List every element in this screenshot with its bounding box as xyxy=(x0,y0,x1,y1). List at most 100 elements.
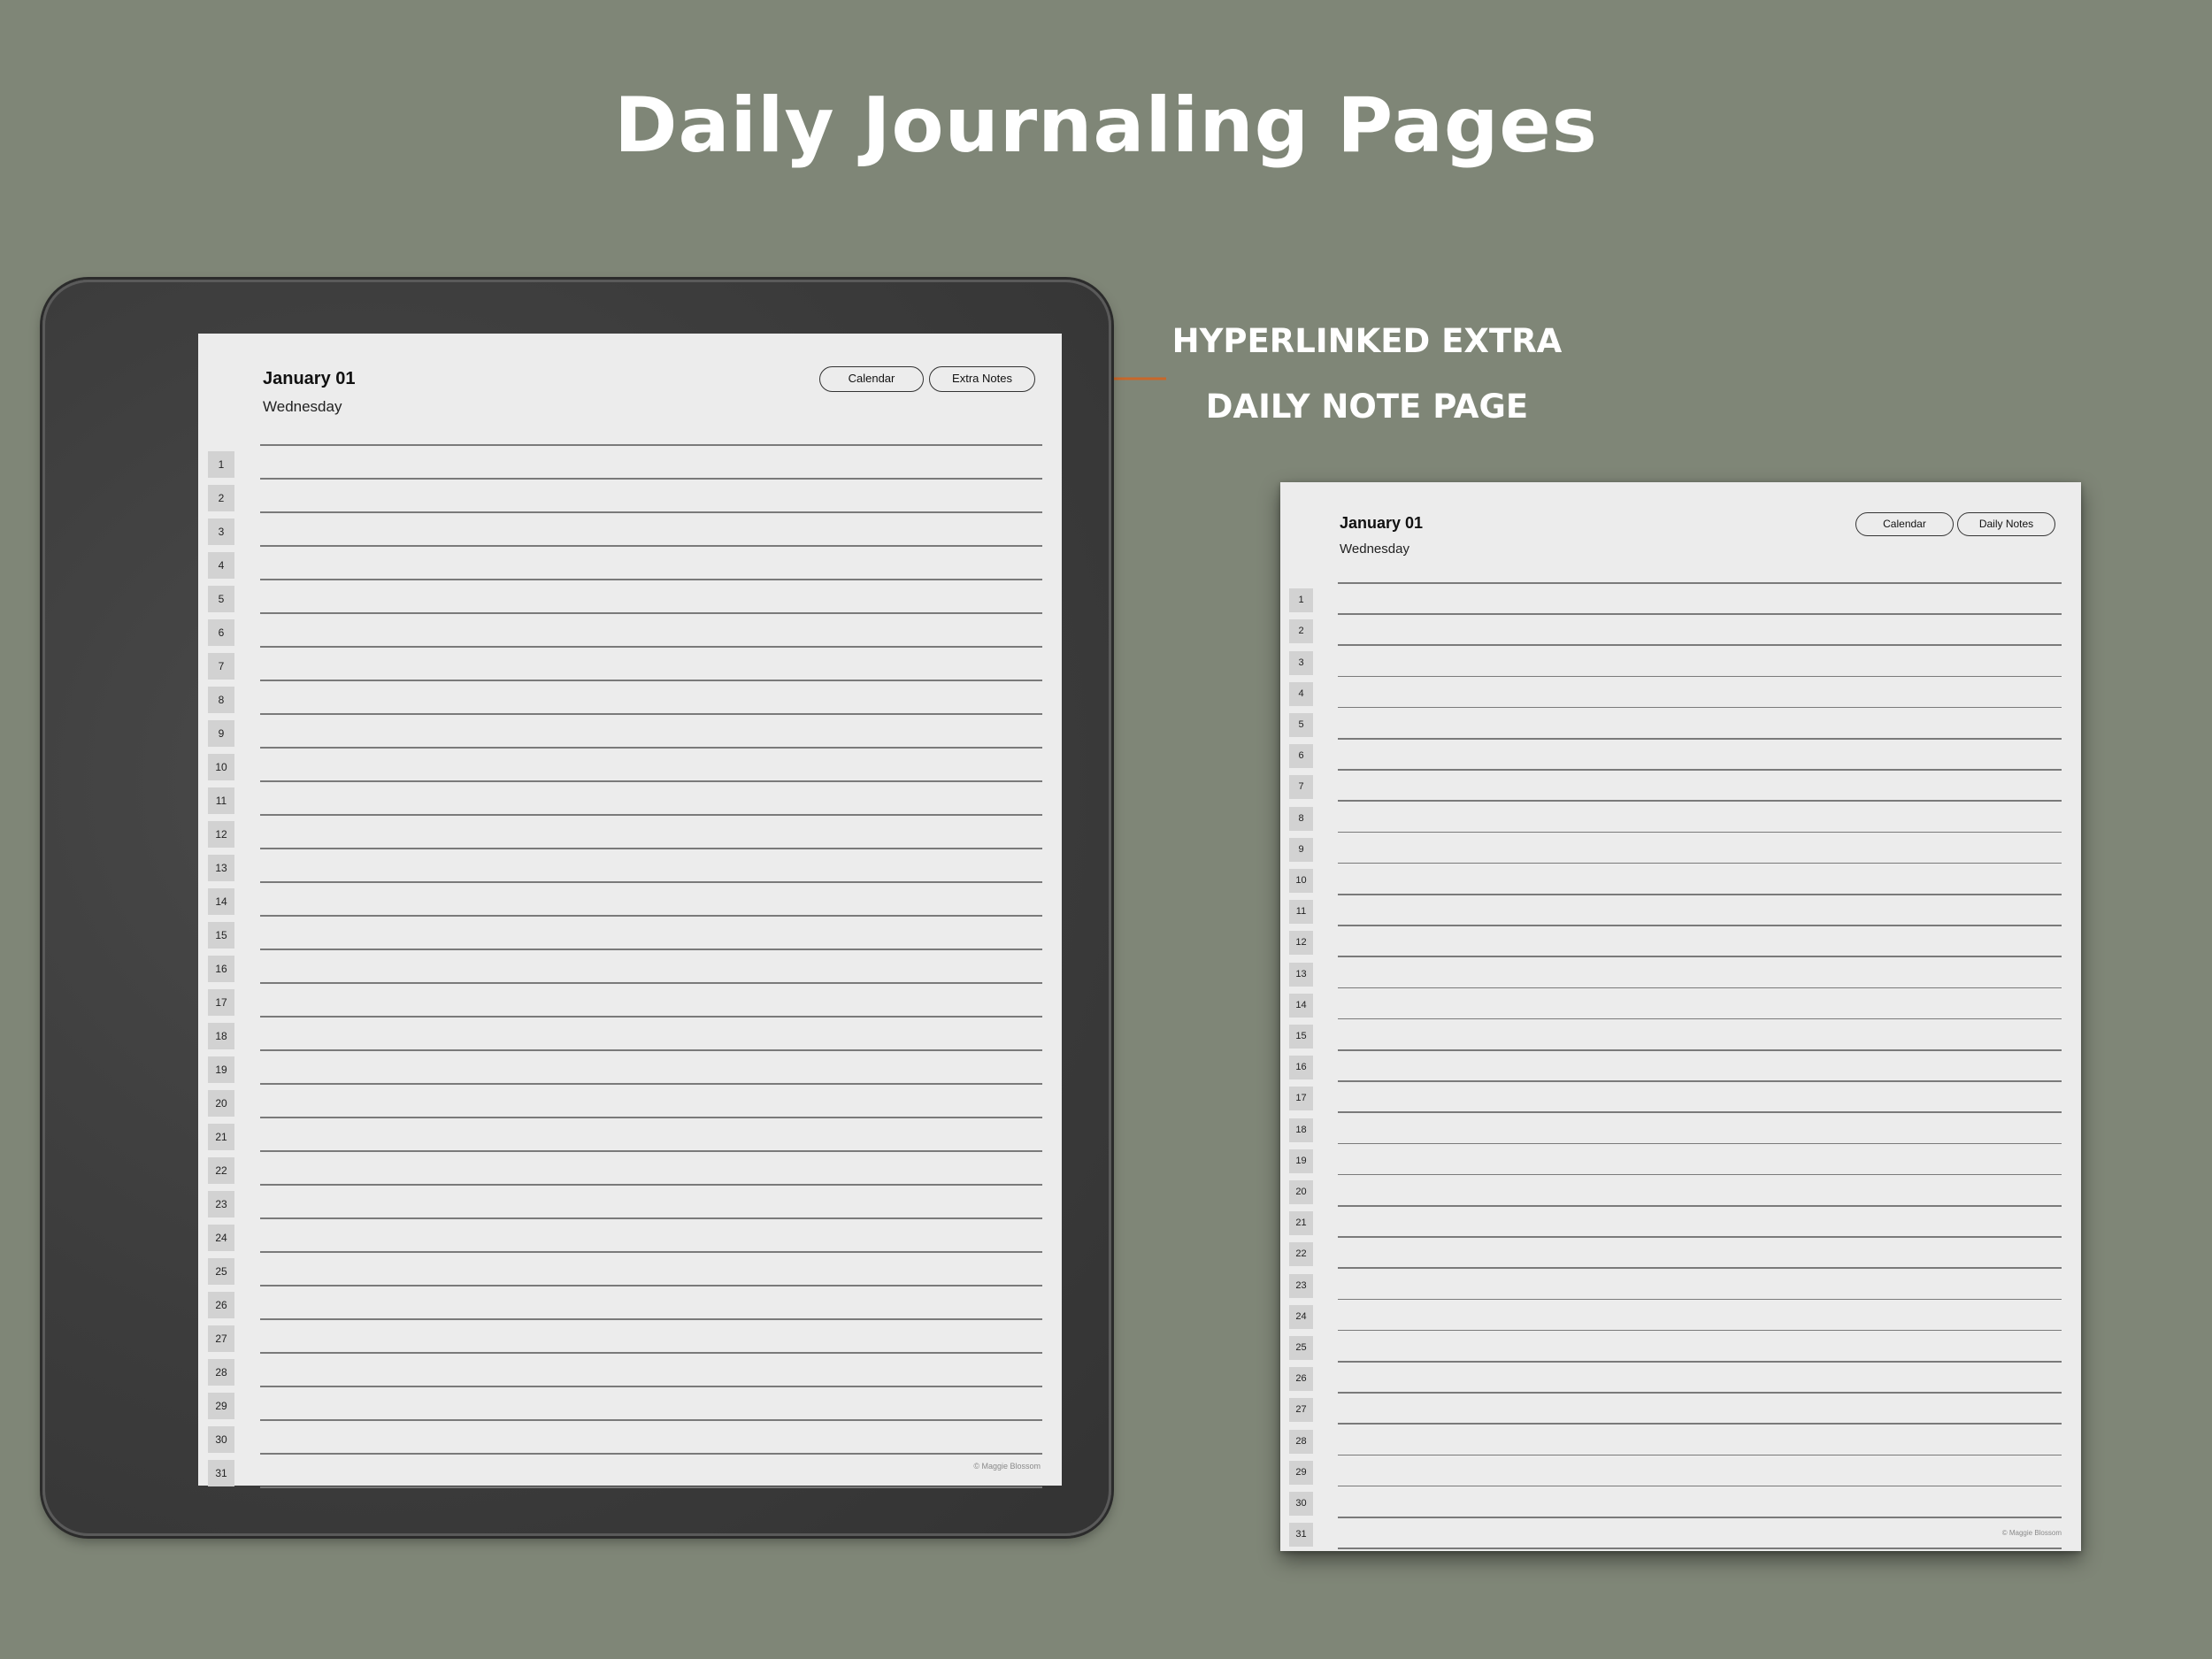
line-number-badge: 19 xyxy=(208,1056,234,1083)
line-number-badge: 28 xyxy=(208,1359,234,1386)
line-number-badge: 9 xyxy=(208,720,234,747)
writing-line[interactable] xyxy=(260,1453,1042,1455)
writing-line[interactable] xyxy=(260,1486,1042,1488)
page-date-title: January 01 xyxy=(1340,514,1424,532)
writing-line[interactable] xyxy=(260,646,1042,648)
writing-line[interactable] xyxy=(260,747,1042,749)
line-number-badge: 30 xyxy=(208,1426,234,1453)
writing-line[interactable] xyxy=(260,848,1042,849)
writing-line[interactable] xyxy=(260,915,1042,917)
line-number-badge: 20 xyxy=(1289,1179,1313,1204)
line-number-badge: 7 xyxy=(208,653,234,680)
writing-line[interactable] xyxy=(1338,1111,2062,1113)
line-number-badge: 16 xyxy=(208,956,234,982)
line-number-badge: 9 xyxy=(1289,837,1313,862)
writing-line[interactable] xyxy=(1338,1485,2062,1487)
writing-line[interactable] xyxy=(260,982,1042,984)
writing-line[interactable] xyxy=(260,1419,1042,1421)
writing-line[interactable] xyxy=(260,1352,1042,1354)
line-number-badge: 14 xyxy=(1289,993,1313,1018)
writing-line[interactable] xyxy=(260,1318,1042,1320)
writing-line[interactable] xyxy=(1338,1205,2062,1207)
writing-line[interactable] xyxy=(260,1285,1042,1286)
line-number-badge: 4 xyxy=(208,552,234,579)
writing-line[interactable] xyxy=(1338,1142,2062,1145)
calendar-button[interactable]: Calendar xyxy=(1855,512,1954,536)
writing-line[interactable] xyxy=(260,478,1042,480)
line-number-badge: 12 xyxy=(208,821,234,848)
writing-line[interactable] xyxy=(1338,925,2062,926)
writing-line[interactable] xyxy=(1338,1018,2062,1020)
writing-line[interactable] xyxy=(1338,1548,2062,1549)
writing-line[interactable] xyxy=(260,511,1042,513)
page-footer: © Maggie Blossom xyxy=(2001,1529,2062,1537)
line-number-badge: 17 xyxy=(1289,1087,1313,1111)
writing-line[interactable] xyxy=(1338,1236,2062,1238)
writing-line[interactable] xyxy=(1338,738,2062,740)
extra-notes-button[interactable]: Extra Notes xyxy=(929,366,1035,392)
writing-rule-top xyxy=(260,444,1042,446)
writing-line[interactable] xyxy=(1338,644,2062,646)
writing-line[interactable] xyxy=(1338,706,2062,709)
daily-notes-button[interactable]: Daily Notes xyxy=(1957,512,2055,536)
writing-line[interactable] xyxy=(260,545,1042,547)
daily-journal-page: January 01 Wednesday Calendar Extra Note… xyxy=(198,334,1062,1488)
writing-line[interactable] xyxy=(260,814,1042,816)
writing-line[interactable] xyxy=(260,713,1042,715)
writing-line[interactable] xyxy=(1338,987,2062,989)
writing-line[interactable] xyxy=(1338,1392,2062,1394)
line-number-badge: 7 xyxy=(1289,775,1313,800)
writing-line[interactable] xyxy=(260,1217,1042,1219)
writing-line[interactable] xyxy=(260,1083,1042,1085)
writing-line[interactable] xyxy=(1338,1298,2062,1301)
line-number-badge: 8 xyxy=(1289,806,1313,831)
writing-line[interactable] xyxy=(1338,1423,2062,1425)
writing-line[interactable] xyxy=(1338,1080,2062,1082)
writing-line[interactable] xyxy=(1338,1329,2062,1332)
line-number-badge: 23 xyxy=(1289,1273,1313,1298)
calendar-button[interactable]: Calendar xyxy=(819,366,924,392)
writing-line[interactable] xyxy=(260,1150,1042,1152)
line-number-badge: 13 xyxy=(208,855,234,881)
writing-rule-top xyxy=(1338,582,2062,584)
line-number-badge: 6 xyxy=(1289,744,1313,769)
line-number-badge: 2 xyxy=(208,485,234,511)
writing-line[interactable] xyxy=(1338,1173,2062,1176)
line-number-badge: 24 xyxy=(208,1225,234,1251)
writing-line[interactable] xyxy=(260,1251,1042,1253)
line-number-badge: 6 xyxy=(208,619,234,646)
writing-line[interactable] xyxy=(1338,894,2062,895)
writing-line[interactable] xyxy=(260,612,1042,614)
writing-line[interactable] xyxy=(260,1117,1042,1118)
line-number-badge: 31 xyxy=(1289,1523,1313,1548)
writing-line[interactable] xyxy=(1338,956,2062,957)
writing-line[interactable] xyxy=(260,1184,1042,1186)
line-number-badge: 4 xyxy=(1289,681,1313,706)
line-number-badge: 20 xyxy=(208,1090,234,1117)
writing-line[interactable] xyxy=(1338,1049,2062,1051)
writing-line[interactable] xyxy=(1338,1361,2062,1363)
writing-line[interactable] xyxy=(260,1016,1042,1018)
writing-line[interactable] xyxy=(1338,613,2062,615)
line-number-badge: 24 xyxy=(1289,1304,1313,1329)
writing-line[interactable] xyxy=(260,1049,1042,1051)
writing-line[interactable] xyxy=(260,780,1042,782)
writing-line[interactable] xyxy=(1338,769,2062,771)
writing-line[interactable] xyxy=(1338,1517,2062,1518)
line-number-badge: 26 xyxy=(208,1292,234,1318)
writing-line[interactable] xyxy=(1338,800,2062,802)
line-number-badge: 11 xyxy=(208,787,234,814)
line-number-badge: 30 xyxy=(1289,1491,1313,1516)
writing-line[interactable] xyxy=(260,680,1042,681)
writing-line[interactable] xyxy=(260,1386,1042,1387)
writing-line[interactable] xyxy=(260,949,1042,950)
writing-line[interactable] xyxy=(260,881,1042,883)
writing-line[interactable] xyxy=(1338,1454,2062,1456)
writing-line[interactable] xyxy=(1338,831,2062,833)
writing-line[interactable] xyxy=(1338,1267,2062,1269)
writing-line[interactable] xyxy=(260,579,1042,580)
writing-line[interactable] xyxy=(1338,862,2062,864)
line-number-badge: 26 xyxy=(1289,1367,1313,1392)
extra-daily-note-page: January 01 Wednesday Calendar Daily Note… xyxy=(1280,482,2081,1551)
writing-line[interactable] xyxy=(1338,675,2062,678)
